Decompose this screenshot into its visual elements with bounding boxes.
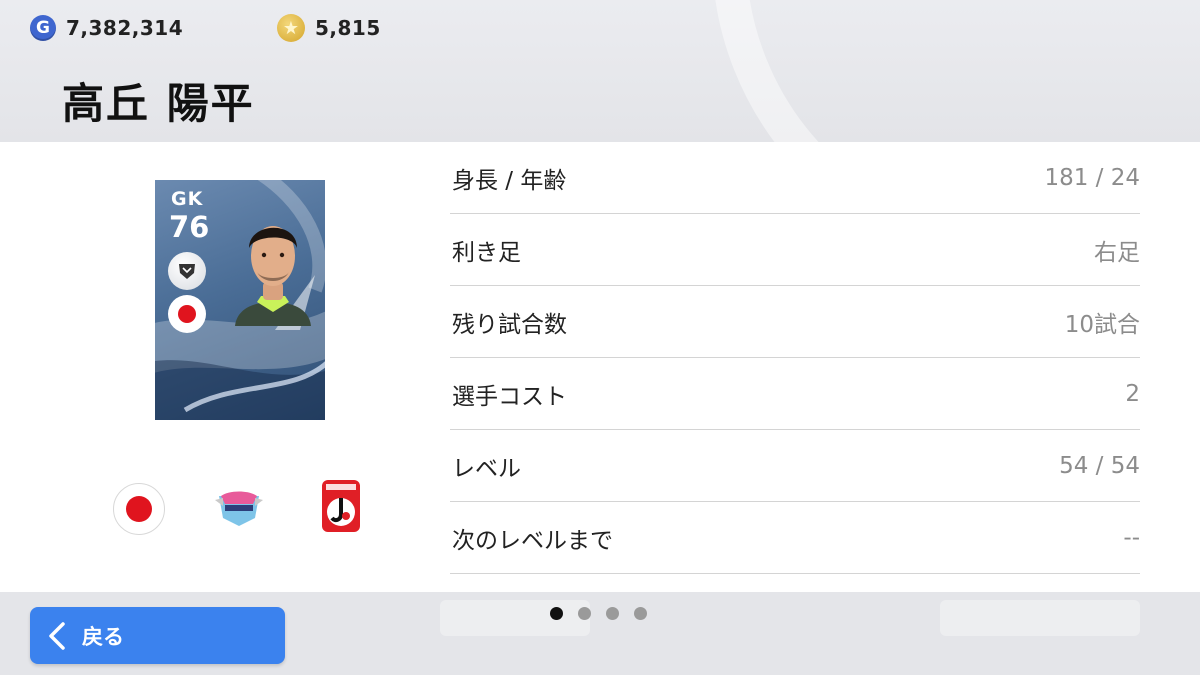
gp-coin-icon: G [30,15,56,41]
info-label: 残り試合数 [452,311,567,338]
info-value: 2 [1125,380,1140,407]
info-value: -- [1123,524,1140,551]
page-dot-3[interactable] [606,607,619,620]
card-rating: 76 [169,210,210,244]
info-row-next-level: 次のレベルまで -- [450,502,1140,574]
info-value: 右足 [1094,239,1140,266]
info-row-level: レベル 54 / 54 [450,430,1140,502]
page-dot-4[interactable] [634,607,647,620]
page-indicator [550,607,647,620]
info-label: 利き足 [452,239,521,266]
info-row-remaining-matches: 残り試合数 10試合 [450,286,1140,358]
gp-amount: 7,382,314 [66,16,184,40]
player-portrait [235,226,311,326]
info-label: 選手コスト [452,383,567,410]
info-label: 次のレベルまで [452,527,613,554]
club-emblem-icon [215,491,263,526]
back-button[interactable]: 戻る [30,607,285,664]
star-coin-icon: ★ [277,14,305,42]
club-crest-icon [168,252,206,290]
j-league-emblem-icon [322,480,360,532]
page-dot-2[interactable] [578,607,591,620]
ghost-button-right [940,600,1140,636]
gp-balance: G 7,382,314 [30,14,183,42]
info-row-player-cost: 選手コスト 2 [450,358,1140,430]
info-row-preferred-foot: 利き足 右足 [450,214,1140,286]
info-label: レベル [452,455,521,482]
coin-amount: 5,815 [315,16,381,40]
info-value: 54 / 54 [1059,452,1140,479]
info-value: 181 / 24 [1044,164,1140,191]
info-label: 身長 / 年齢 [452,167,567,194]
player-card[interactable]: GK 76 [155,180,325,420]
nationality-flag-icon [113,483,165,535]
card-position: GK [171,188,204,210]
info-row-height-age: 身長 / 年齢 181 / 24 [450,142,1140,214]
japan-flag-icon [168,295,206,333]
chevron-left-icon [49,621,65,650]
back-button-label: 戻る [82,624,124,649]
info-value: 10試合 [1064,311,1140,338]
player-name: 高丘 陽平 [62,79,255,128]
coin-balance: ★ 5,815 [277,14,381,42]
player-info-list: 身長 / 年齢 181 / 24 利き足 右足 残り試合数 10試合 選手コスト… [450,142,1140,574]
page-dot-1[interactable] [550,607,563,620]
